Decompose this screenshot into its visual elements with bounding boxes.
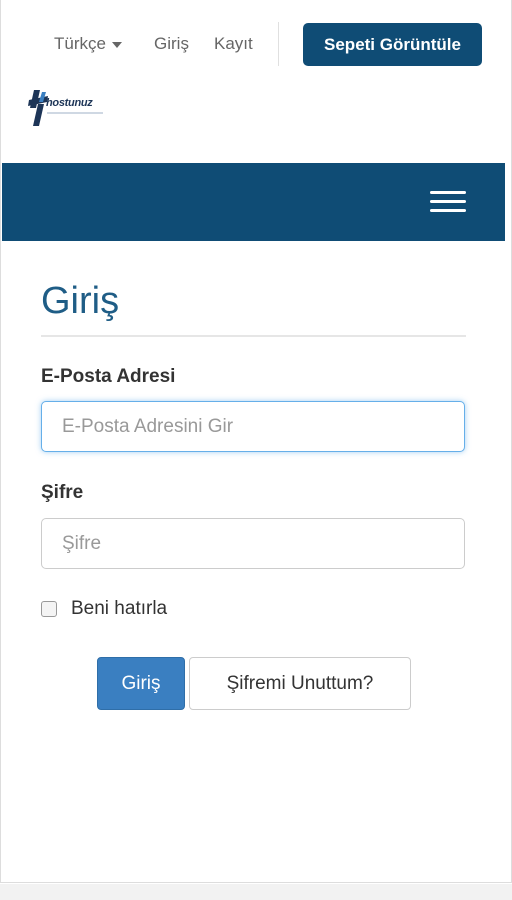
register-link[interactable]: Kayıt [214,34,253,54]
hamburger-menu-icon[interactable] [430,189,466,215]
logo-wordmark: hostunuz [46,97,93,109]
page-title: Giriş [41,280,120,322]
remember-me[interactable]: Beni hatırla [41,598,167,620]
view-cart-button[interactable]: Sepeti Görüntüle [303,23,482,66]
login-submit-button[interactable]: Giriş [97,657,185,710]
login-link[interactable]: Giriş [154,34,189,54]
remember-me-checkbox[interactable] [41,601,57,617]
password-input[interactable] [41,518,465,569]
language-label: Türkçe [54,34,106,53]
email-input[interactable] [41,401,465,452]
logo-tagline-line [47,112,103,114]
language-dropdown[interactable]: Türkçe [54,34,122,54]
caret-down-icon [111,41,122,48]
main-nav-bar [2,163,505,241]
page-bottom-strip [0,884,512,900]
hostunuz-logo[interactable]: hostunuz [26,88,106,128]
title-divider [41,335,466,337]
email-label: E-Posta Adresi [41,366,176,387]
password-label: Şifre [41,482,84,503]
top-utility-bar: Türkçe Giriş Kayıt Sepeti Görüntüle [0,0,512,90]
remember-me-label: Beni hatırla [71,598,168,619]
forgot-password-button[interactable]: Şifremi Unuttum? [189,657,411,710]
top-divider [278,22,279,66]
